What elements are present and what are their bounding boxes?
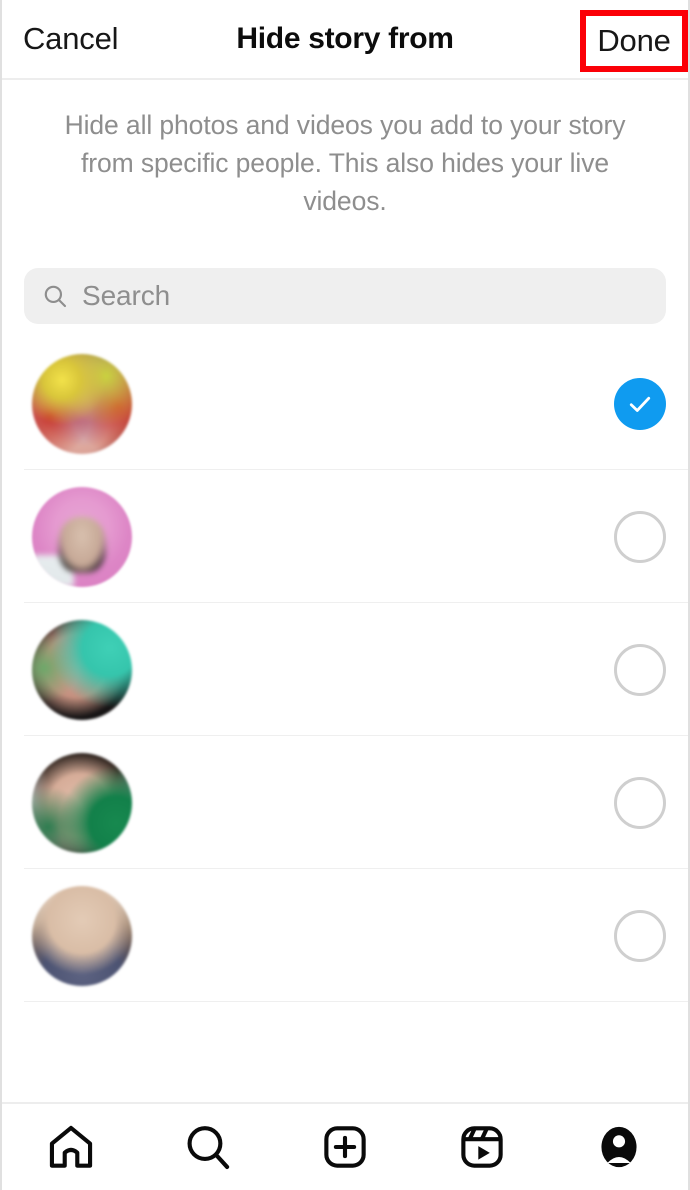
selection-toggle[interactable]: [614, 510, 666, 563]
list-item[interactable]: [2, 736, 688, 869]
list-item[interactable]: [2, 869, 688, 1002]
selection-toggle[interactable]: [614, 776, 666, 829]
bottom-navigation: [2, 1102, 688, 1190]
done-button-annotation: Done: [580, 10, 688, 72]
hide-story-from-screen: Cancel Hide story from Done Hide all pho…: [0, 0, 690, 1190]
list-item-text: [132, 503, 614, 571]
profile-icon: [601, 1126, 637, 1168]
avatar: [32, 353, 132, 454]
avatar: [32, 752, 132, 853]
list-item-text: [132, 370, 614, 438]
list-item[interactable]: [2, 337, 688, 470]
selection-toggle[interactable]: [614, 377, 666, 430]
list-item[interactable]: [2, 603, 688, 736]
home-icon: [49, 1125, 92, 1168]
username: [158, 503, 614, 537]
list-item-text: [132, 769, 614, 837]
search-bar[interactable]: Search: [24, 268, 666, 324]
username: [158, 769, 614, 803]
check-icon: [629, 396, 651, 412]
tab-create[interactable]: [300, 1112, 390, 1182]
avatar: [32, 885, 132, 986]
tab-reels[interactable]: [437, 1112, 527, 1182]
fullname: [158, 670, 614, 704]
avatar: [32, 619, 132, 720]
done-button[interactable]: Done: [597, 23, 671, 59]
fullname: [158, 404, 614, 438]
search-icon: [187, 1126, 229, 1169]
username: [158, 636, 614, 670]
fullname: [158, 936, 614, 970]
selection-toggle[interactable]: [614, 643, 666, 696]
username: [158, 370, 614, 404]
search-input[interactable]: Search: [82, 280, 170, 312]
people-list: [2, 337, 688, 1002]
tab-search[interactable]: [163, 1112, 253, 1182]
list-item-text: [132, 902, 614, 970]
create-icon: [324, 1126, 366, 1168]
list-item[interactable]: [2, 470, 688, 603]
selection-toggle[interactable]: [614, 909, 666, 962]
tab-home[interactable]: [26, 1112, 116, 1182]
avatar: [32, 486, 132, 587]
description-text: Hide all photos and videos you add to yo…: [64, 110, 626, 216]
search-icon: [44, 285, 67, 308]
fullname: [158, 537, 614, 571]
username: [158, 902, 614, 936]
fullname: [158, 803, 614, 837]
screen-header: Cancel Hide story from Done: [2, 0, 688, 80]
list-item-text: [132, 636, 614, 704]
tab-profile[interactable]: [574, 1112, 664, 1182]
reels-icon: [461, 1126, 503, 1168]
